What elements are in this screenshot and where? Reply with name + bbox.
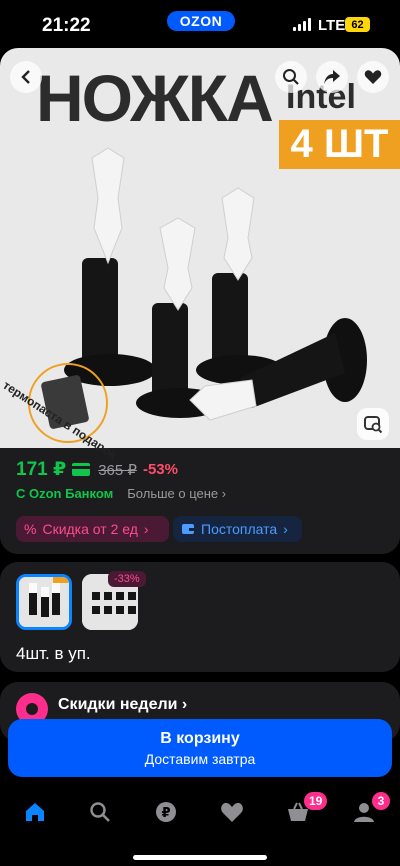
image-search-icon	[364, 416, 383, 434]
discount-chip[interactable]: % Скидка от 2 ед ›	[16, 516, 169, 542]
bank-row: С Ozon Банком Больше о цене ›	[16, 486, 226, 501]
ozon-app-badge: OZON	[167, 11, 235, 31]
tab-cart[interactable]: 19	[278, 792, 328, 832]
variant-thumb-selected[interactable]	[16, 574, 72, 630]
chevron-right-icon: ›	[143, 521, 149, 537]
variants-section: -33% 4шт. в уп.	[0, 562, 400, 672]
percent-icon: %	[24, 521, 37, 537]
ozon-bank-label: С Ozon Банком	[16, 486, 114, 501]
tab-profile[interactable]: 3	[344, 792, 390, 832]
price-current: 171 ₽	[16, 459, 67, 480]
delivery-label: Доставим завтра	[144, 750, 256, 767]
search-button[interactable]	[275, 61, 307, 93]
battery-icon: 62	[345, 17, 370, 32]
more-price-link[interactable]: Больше о цене ›	[127, 486, 226, 501]
add-to-cart-label: В корзину	[160, 729, 240, 747]
standoff-3	[196, 187, 284, 385]
variant-image	[19, 577, 69, 627]
tab-search[interactable]	[80, 792, 120, 832]
search-icon	[90, 802, 110, 822]
svg-text:₽: ₽	[161, 806, 170, 821]
heart-icon	[221, 802, 243, 822]
back-button[interactable]	[10, 61, 42, 93]
ruble-icon: ₽	[156, 802, 176, 822]
standoff-1	[64, 147, 156, 386]
share-icon	[324, 70, 340, 84]
wallet-icon	[182, 524, 194, 534]
pack-label: 4шт. в уп.	[16, 644, 91, 663]
price-row: 171 ₽ 365 ₽ -53%	[16, 458, 178, 481]
signal-icon	[293, 18, 311, 31]
price-old: 365 ₽	[98, 461, 137, 479]
tab-home[interactable]	[15, 792, 55, 832]
chevron-left-icon	[21, 70, 30, 84]
image-search-button[interactable]	[357, 408, 389, 440]
favorite-button[interactable]	[357, 61, 389, 93]
chevron-right-icon: ›	[283, 521, 288, 537]
home-indicator	[133, 855, 267, 860]
home-icon	[26, 803, 44, 821]
clock: 21:22	[42, 15, 91, 36]
tab-bar: ₽ 19 3	[0, 784, 400, 866]
heart-icon	[364, 70, 382, 84]
discount-percent: -53%	[142, 461, 178, 478]
product-photo[interactable]: НОЖКА Intel 4 ШТ термопаста в подарок	[0, 48, 400, 462]
status-bar: 21:22 OZON LTE 62	[0, 0, 400, 50]
add-to-cart-button[interactable]: В корзину Доставим завтра	[8, 719, 392, 777]
bank-card-icon	[72, 463, 91, 476]
product-card: НОЖКА Intel 4 ШТ термопаста в подарок 17…	[0, 48, 400, 554]
tab-favorites[interactable]	[212, 792, 252, 832]
weekly-discounts-title: Скидки недели ›	[58, 696, 188, 713]
tab-finance[interactable]: ₽	[146, 792, 186, 832]
cart-count-badge: 19	[304, 792, 328, 810]
network-type: LTE	[318, 17, 346, 34]
profile-count-badge: 3	[372, 792, 390, 810]
share-button[interactable]	[316, 61, 348, 93]
search-icon	[283, 69, 299, 85]
postpay-chip[interactable]: Постоплата ›	[173, 516, 302, 542]
variant-discount-badge: -33%	[108, 571, 146, 587]
